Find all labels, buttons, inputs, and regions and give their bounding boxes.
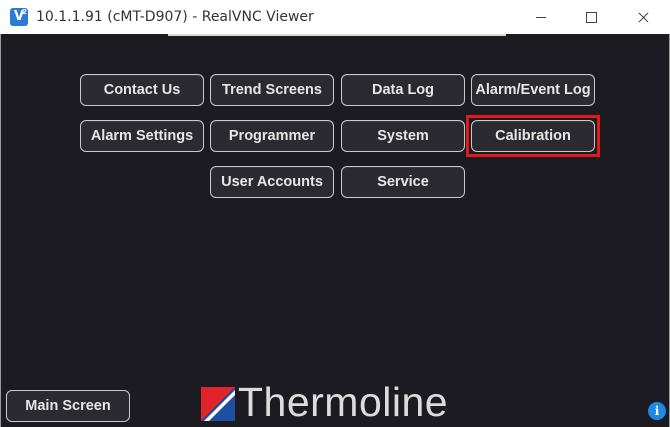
- thermoline-logo-icon: [201, 387, 235, 421]
- minimize-button[interactable]: [518, 0, 564, 34]
- alarm-event-log-button[interactable]: Alarm/Event Log: [471, 74, 595, 106]
- vnc-toolbar-strip[interactable]: [168, 34, 506, 36]
- contact-us-button[interactable]: Contact Us: [80, 74, 204, 106]
- calibration-highlight: [466, 115, 600, 157]
- close-button[interactable]: [620, 0, 666, 34]
- service-button[interactable]: Service: [341, 166, 465, 198]
- brand-logo-text: Thermoline: [238, 379, 449, 425]
- system-button[interactable]: System: [341, 120, 465, 152]
- main-screen-button[interactable]: Main Screen: [6, 390, 130, 422]
- window-title: 10.1.1.91 (cMT-D907) - RealVNC Viewer: [36, 9, 314, 25]
- info-icon[interactable]: i: [648, 402, 666, 420]
- remote-screen[interactable]: Contact Us Trend Screens Data Log Alarm/…: [0, 34, 670, 427]
- alarm-settings-button[interactable]: Alarm Settings: [80, 120, 204, 152]
- realvnc-icon: V2: [10, 8, 28, 26]
- title-bar: V2 10.1.1.91 (cMT-D907) - RealVNC Viewer: [0, 0, 670, 34]
- trend-screens-button[interactable]: Trend Screens: [210, 74, 334, 106]
- data-log-button[interactable]: Data Log: [341, 74, 465, 106]
- maximize-button[interactable]: [568, 0, 614, 34]
- user-accounts-button[interactable]: User Accounts: [210, 166, 334, 198]
- programmer-button[interactable]: Programmer: [210, 120, 334, 152]
